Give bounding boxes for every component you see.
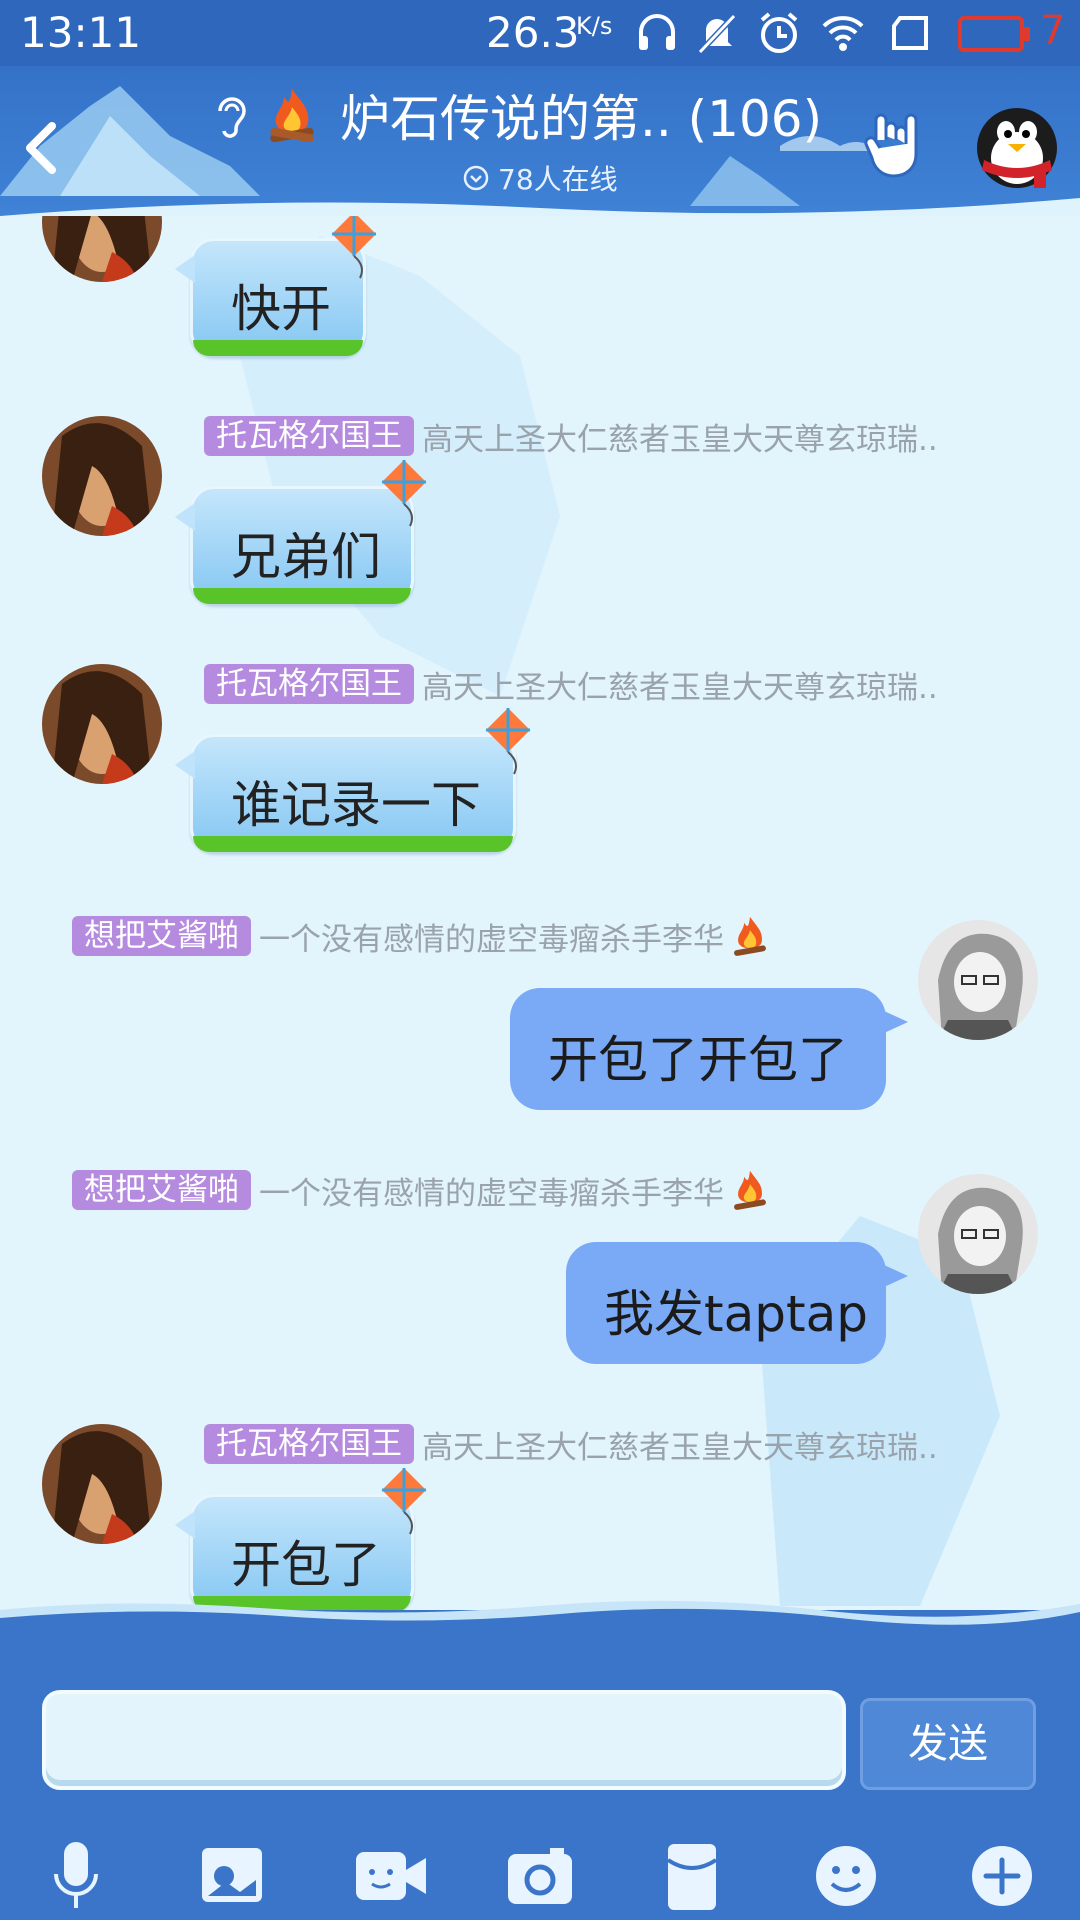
sender-name: 一个没有感情的虚空毒瘤杀手李华 (259, 1175, 724, 1212)
send-button[interactable]: 发送 (860, 1698, 1036, 1790)
network-speed: 26.3 (486, 8, 580, 57)
sender-name: 高天上圣大仁慈者玉皇大天尊玄琼瑞.. (422, 669, 938, 706)
sender-name: 高天上圣大仁慈者玉皇大天尊玄琼瑞.. (422, 421, 938, 458)
emoji-icon[interactable] (806, 1838, 886, 1914)
campfire-icon (734, 916, 766, 956)
group-title: 炉石传说的第.. (106) (340, 90, 823, 148)
input-toolbar (0, 1832, 1080, 1920)
video-call-icon[interactable] (350, 1838, 430, 1914)
my-avatar[interactable] (918, 1174, 1038, 1294)
sender-name: 一个没有感情的虚空毒瘤杀手李华 (259, 921, 724, 958)
chat-message-list[interactable]: 快开 托瓦格尔国王 高天上圣大仁慈者玉皇大天尊玄琼瑞.. 兄弟们 托瓦格尔国王 … (0, 216, 1080, 1610)
battery-level: 7 (1040, 8, 1066, 54)
bubble-grass-decoration (193, 588, 411, 604)
sender-info: 想把艾酱啪 一个没有感情的虚空毒瘤杀手李华 (72, 1170, 772, 1212)
message-text: 快开 (231, 280, 331, 338)
message-text: 开包了 (231, 1536, 381, 1594)
image-icon[interactable] (192, 1838, 272, 1914)
message-text: 开包了开包了 (548, 1031, 848, 1089)
kite-icon (332, 216, 376, 279)
header-title-row[interactable]: 炉石传说的第.. (106) (210, 80, 822, 150)
kite-icon (382, 1468, 426, 1535)
battery-icon (958, 16, 1024, 52)
sender-badge: 托瓦格尔国王 (204, 1424, 414, 1464)
add-more-icon[interactable] (962, 1838, 1042, 1914)
chat-message: 托瓦格尔国王 高天上圣大仁慈者玉皇大天尊玄琼瑞.. 兄弟们 (0, 416, 1080, 616)
sender-info: 想把艾酱啪 一个没有感情的虚空毒瘤杀手李华 (72, 916, 772, 958)
bubble-tail (175, 1511, 195, 1539)
chat-message: 想把艾酱啪 一个没有感情的虚空毒瘤杀手李华 我发taptap (0, 1170, 1080, 1370)
message-bubble[interactable]: 开包了开包了 (510, 988, 908, 1110)
alarm-icon (760, 12, 798, 53)
back-button[interactable] (10, 112, 70, 182)
chat-message: 快开 (0, 216, 1080, 376)
chat-header: 炉石传说的第.. (106) 78人在线 (0, 66, 1080, 216)
bubble-grass-decoration (193, 340, 363, 356)
sender-badge: 托瓦格尔国王 (204, 416, 414, 456)
user-avatar[interactable] (42, 416, 162, 536)
message-text: 我发taptap (604, 1285, 868, 1343)
bubble-grass-decoration (193, 836, 513, 852)
mute-bell-icon (697, 13, 737, 55)
microphone-icon[interactable] (36, 1838, 116, 1914)
message-text: 兄弟们 (231, 528, 381, 586)
red-packet-icon[interactable] (652, 1838, 732, 1914)
status-bar: 13:11 26.3 K/s 7 (0, 0, 1080, 66)
online-count: 78人在线 (498, 163, 618, 196)
message-input[interactable] (42, 1690, 846, 1790)
user-avatar[interactable] (42, 664, 162, 784)
message-bubble[interactable]: 谁记录一下 (175, 734, 516, 852)
chevron-circle-icon (463, 165, 489, 191)
bubble-tail (175, 255, 195, 283)
kite-icon (382, 460, 426, 527)
input-wave-decoration (0, 1600, 1080, 1634)
input-panel: 发送 (0, 1600, 1080, 1920)
hand-gesture-icon[interactable] (862, 110, 928, 184)
chat-message: 托瓦格尔国王 高天上圣大仁慈者玉皇大天尊玄琼瑞.. 开包了 (0, 1424, 1080, 1610)
camera-icon[interactable] (500, 1838, 580, 1914)
network-speed-unit: K/s (576, 12, 613, 40)
bubble-tail (175, 751, 195, 779)
sender-badge: 想把艾酱啪 (72, 916, 251, 956)
kite-icon (486, 708, 530, 775)
message-bubble[interactable]: 我发taptap (566, 1242, 908, 1364)
wifi-icon (822, 16, 864, 51)
chat-message: 想把艾酱啪 一个没有感情的虚空毒瘤杀手李华 开包了开包了 (0, 916, 1080, 1116)
headphones-icon (639, 14, 675, 50)
sender-info: 托瓦格尔国王 高天上圣大仁慈者玉皇大天尊玄琼瑞.. (204, 416, 938, 458)
penguin-avatar-icon[interactable] (970, 96, 1064, 192)
bubble-tail (882, 1010, 908, 1034)
sender-info: 托瓦格尔国王 高天上圣大仁慈者玉皇大天尊玄琼瑞.. (204, 664, 938, 706)
user-avatar[interactable] (42, 1424, 162, 1544)
message-text: 谁记录一下 (231, 776, 481, 834)
ear-icon (218, 97, 246, 138)
bubble-tail (175, 503, 195, 531)
bubble-tail (882, 1264, 908, 1288)
sender-name: 高天上圣大仁慈者玉皇大天尊玄琼瑞.. (422, 1429, 938, 1466)
sim-card-icon (892, 16, 928, 50)
online-status[interactable]: 78人在线 (462, 158, 618, 198)
campfire-icon (270, 89, 314, 143)
sender-badge: 托瓦格尔国王 (204, 664, 414, 704)
user-avatar[interactable] (42, 216, 162, 282)
battery-tip (1024, 27, 1030, 41)
campfire-icon (734, 1170, 766, 1210)
sender-info: 托瓦格尔国王 高天上圣大仁慈者玉皇大天尊玄琼瑞.. (204, 1424, 938, 1466)
status-time: 13:11 (20, 8, 142, 57)
my-avatar[interactable] (918, 920, 1038, 1040)
sender-badge: 想把艾酱啪 (72, 1170, 251, 1210)
chat-message: 托瓦格尔国王 高天上圣大仁慈者玉皇大天尊玄琼瑞.. 谁记录一下 (0, 664, 1080, 864)
